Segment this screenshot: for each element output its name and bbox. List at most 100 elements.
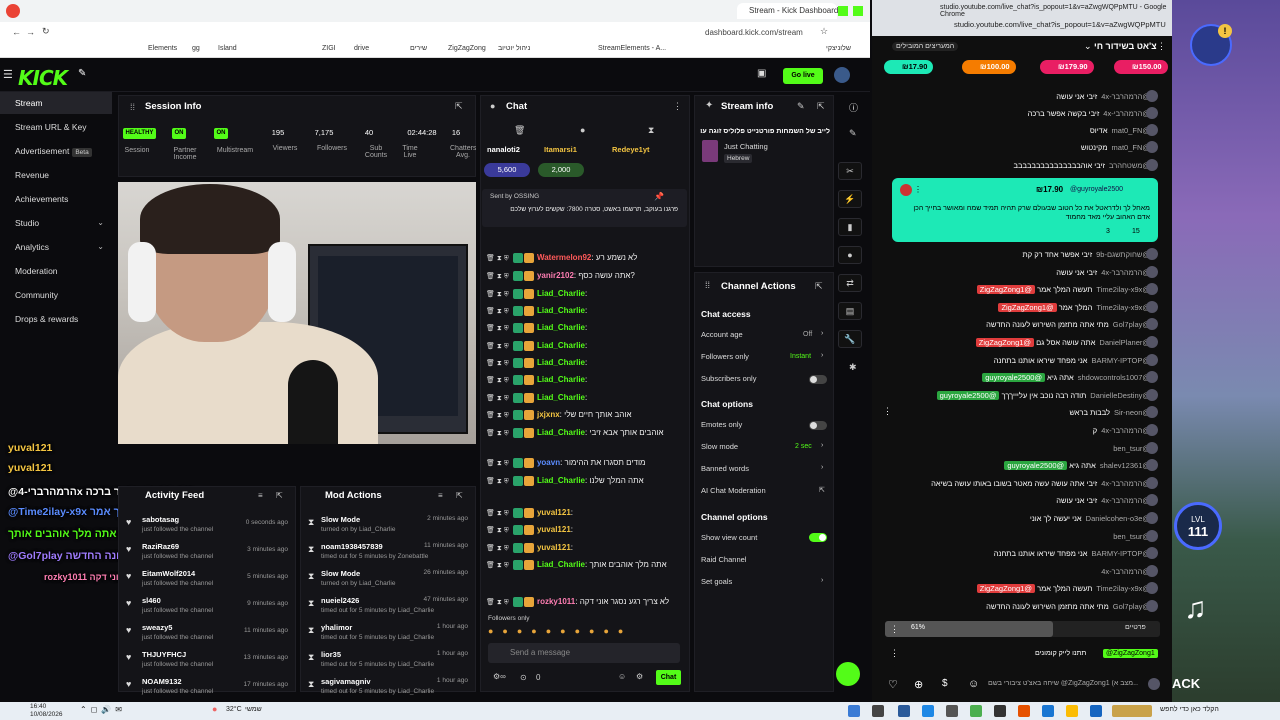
show-view-count-toggle[interactable] [809, 533, 827, 542]
mod-tools-icon[interactable]: 🗑 ⧗ ⛨ [486, 255, 509, 262]
kick-logo[interactable]: KICK [18, 66, 68, 90]
chevron-right-icon[interactable]: › [821, 577, 823, 584]
bookmark-6[interactable]: שירים [410, 45, 427, 52]
settings-icon[interactable]: ✱ [849, 362, 857, 373]
top-gifter-2[interactable]: Itamarsi1 [544, 145, 577, 154]
youtube-chat-message[interactable]: @shalev12361 אתה גיא @guyroyale2500 [1004, 457, 1150, 474]
category-name[interactable]: Just Chatting [724, 142, 768, 151]
emotes-only-toggle[interactable] [809, 421, 827, 430]
edit-layout-icon[interactable]: ✎ [849, 128, 857, 139]
set-goals-label[interactable]: Set goals [701, 577, 732, 586]
youtube-chat-message[interactable]: @משטחהרב זיבי אוהבבבבבבבבבבבבבבב [1014, 157, 1150, 174]
app-icon[interactable] [898, 705, 910, 717]
youtube-username[interactable]: @הרמהרבר-4x [1101, 496, 1150, 505]
chat-message[interactable]: 🗑 ⧗ ⛨ Liad_Charlie: [486, 320, 686, 336]
quick-action-phone[interactable]: ▮ [838, 218, 862, 236]
info-icon[interactable]: ⓘ [849, 101, 858, 114]
chevron-down-icon[interactable]: ⌄ [1084, 41, 1092, 52]
dollar-icon[interactable]: $ [942, 678, 948, 689]
youtube-chat-message[interactable]: @הרמהרבר-4xזיבי אני עושה [1056, 492, 1150, 509]
chevron-right-icon[interactable]: › [821, 352, 823, 359]
youtube-mention[interactable]: @ZigZagZong1 [976, 285, 1035, 295]
mod-tools-icon[interactable]: 🗑 ⧗ ⛨ [486, 377, 509, 384]
chat-username[interactable]: yoavn [537, 458, 560, 467]
mod-action-row[interactable]: ⧗ Slow Mode turned on by Liad_Charlie 26 mi… [304, 568, 472, 592]
kick-tab-icon-2[interactable] [853, 6, 863, 16]
quick-action-raid[interactable]: ⇄ [838, 274, 862, 292]
pinned-message[interactable]: Sent by OSSING 📌 פרגנו בעוקב, תרשמו באשט… [482, 189, 687, 227]
youtube-chat-message[interactable]: @הרמהרבר-4xזיבי אני עושה [1056, 264, 1150, 281]
chat-message[interactable]: 🗑 ⧗ ⛨ yoavn: מודים תסגרו את ההימור [486, 455, 686, 471]
gear-icon[interactable]: ⚙ [636, 672, 643, 681]
emoji-icon[interactable]: ☺ [968, 678, 979, 690]
mod-action-row[interactable]: ⧗ sagivamagniv timed out for 5 minutes by … [304, 676, 472, 700]
youtube-chat-message[interactable]: @שחוקתשגם-9bזיבי אפשר אחד רק קת [1023, 246, 1150, 263]
youtube-chat-message[interactable]: @DanielleDestinyתודה רבה נוכב אין עליייך… [936, 387, 1150, 404]
ai-moderation-label[interactable]: AI Chat Moderation [701, 486, 766, 495]
youtube-mention[interactable]: @ZigZagZong1 [976, 584, 1035, 594]
popout-icon[interactable]: ⇱ [817, 101, 825, 112]
mod-tools-icon[interactable]: 🗑 ⧗ ⛨ [486, 430, 509, 437]
mod-action-row[interactable]: ⧗ Slow Mode turned on by Liad_Charlie 2 min… [304, 514, 472, 538]
youtube-username[interactable]: @Gol7play [1113, 602, 1150, 611]
mod-tools-icon[interactable]: 🗑 ⧗ ⛨ [486, 562, 509, 569]
mod-tools-icon[interactable]: 🗑 ⧗ ⛨ [486, 527, 509, 534]
bookmark-5[interactable]: drive [354, 45, 369, 52]
sidebar-item-studio[interactable]: Studio ⌄ [0, 212, 112, 234]
grip-icon[interactable]: ⁞⁞ [130, 102, 135, 112]
chat-username[interactable]: yuval121 [537, 508, 571, 517]
chat-message[interactable]: 🗑 ⧗ ⛨ Liad_Charlie: אתה המלך שלנו [486, 473, 686, 489]
sidebar-item-advertisement[interactable]: Advertisement Beta [0, 140, 112, 162]
quick-action-layers[interactable]: ▤ [838, 302, 862, 320]
youtube-username[interactable]: @הרמהרבר-4x [1101, 479, 1150, 488]
youtube-chat-message[interactable]: @DanielPlanerאתה עושה אסל גם @ZigZagZong… [975, 334, 1150, 351]
bookmark-4[interactable]: ZIGI [322, 45, 336, 52]
youtube-username[interactable]: @משטחהרב [1109, 161, 1150, 170]
youtube-username[interactable]: @mat0_FN [1112, 143, 1150, 152]
edit-icon[interactable]: ✎ [797, 101, 805, 112]
chat-username[interactable]: jxjxnx [537, 410, 560, 419]
chat-username[interactable]: rozky1011 [537, 597, 575, 606]
send-chat-button[interactable]: Chat [656, 670, 681, 685]
support-chat-icon[interactable] [836, 662, 860, 686]
youtube-chat-message[interactable]: @mat0_FN מקינטוש [1081, 139, 1150, 156]
forward-icon[interactable]: → [26, 27, 35, 37]
more-options-icon[interactable]: ⋮ [890, 648, 899, 659]
chat-username[interactable]: Watermelon92 [537, 253, 591, 262]
app-icon[interactable] [994, 705, 1006, 717]
superchat-card[interactable]: ⋮ ₪17.90 @guyroyale2500 מאחל לך ולדראטל … [892, 178, 1158, 242]
activity-row[interactable]: ♥ NOAM9132 just followed the channel 17 min… [122, 676, 292, 700]
bookmark-star-icon[interactable]: ☆ [820, 26, 828, 37]
popout-icon[interactable]: ⇱ [815, 281, 823, 292]
top-fans-chip[interactable]: המעריצים המובילים [892, 42, 959, 51]
gift-chip[interactable]: 5,600 [484, 163, 530, 177]
chevron-right-icon[interactable]: › [821, 442, 823, 449]
youtube-username[interactable]: @BARMY-IPTOP [1092, 356, 1150, 365]
broadcast-icon[interactable]: ▣ [757, 68, 766, 79]
chat-message[interactable]: 🗑 ⧗ ⛨ rozky1011: לא צריך רגע נסגר אוני ד… [486, 594, 686, 610]
mod-tools-icon[interactable]: 🗑 ⧗ ⛨ [486, 325, 509, 332]
chat-settings-icon[interactable]: ● [580, 125, 585, 135]
youtube-username[interactable]: @שחוקתשגם-9b [1096, 250, 1150, 259]
youtube-username[interactable]: @Time2ilay-x9x [1096, 584, 1150, 593]
heart-icon[interactable]: ♡ [888, 678, 898, 691]
youtube-username[interactable]: @הרמהרבר-4x [1101, 567, 1150, 576]
sidebar-item-achievements[interactable]: Achievements [0, 188, 112, 210]
superchat-chip[interactable]: ₪17.90 [884, 60, 934, 74]
sidebar-item-drops[interactable]: Drops & rewards [0, 308, 112, 330]
followers-only-label[interactable]: Followers only [701, 352, 749, 361]
chat-username[interactable]: Liad_Charlie [537, 476, 585, 485]
chat-username[interactable]: Liad_Charlie [537, 393, 585, 402]
youtube-username[interactable]: @ben_tsur [1113, 532, 1150, 541]
mod-tools-icon[interactable]: 🗑 ⧗ ⛨ [486, 360, 509, 367]
youtube-username[interactable]: @DanielleDestiny [1090, 391, 1150, 400]
activity-username[interactable]: NOAM9132 [142, 677, 182, 686]
youtube-chat-message[interactable]: @BARMY-IPTOP אני מפחד שיראו אותנו בתחנה [994, 352, 1150, 369]
hourglass-icon[interactable]: ⧗ [648, 125, 654, 136]
chrome-icon[interactable] [1066, 705, 1078, 717]
youtube-username[interactable]: @shalev12361 [1100, 461, 1150, 470]
superchat-replies[interactable]: 3 [1106, 228, 1110, 235]
superchat-chip[interactable]: ₪100.00 [962, 60, 1016, 74]
youtube-username[interactable]: @הרמהרבר-4x [1101, 92, 1150, 101]
youtube-chat-message[interactable]: @ben_tsur [1109, 440, 1150, 457]
